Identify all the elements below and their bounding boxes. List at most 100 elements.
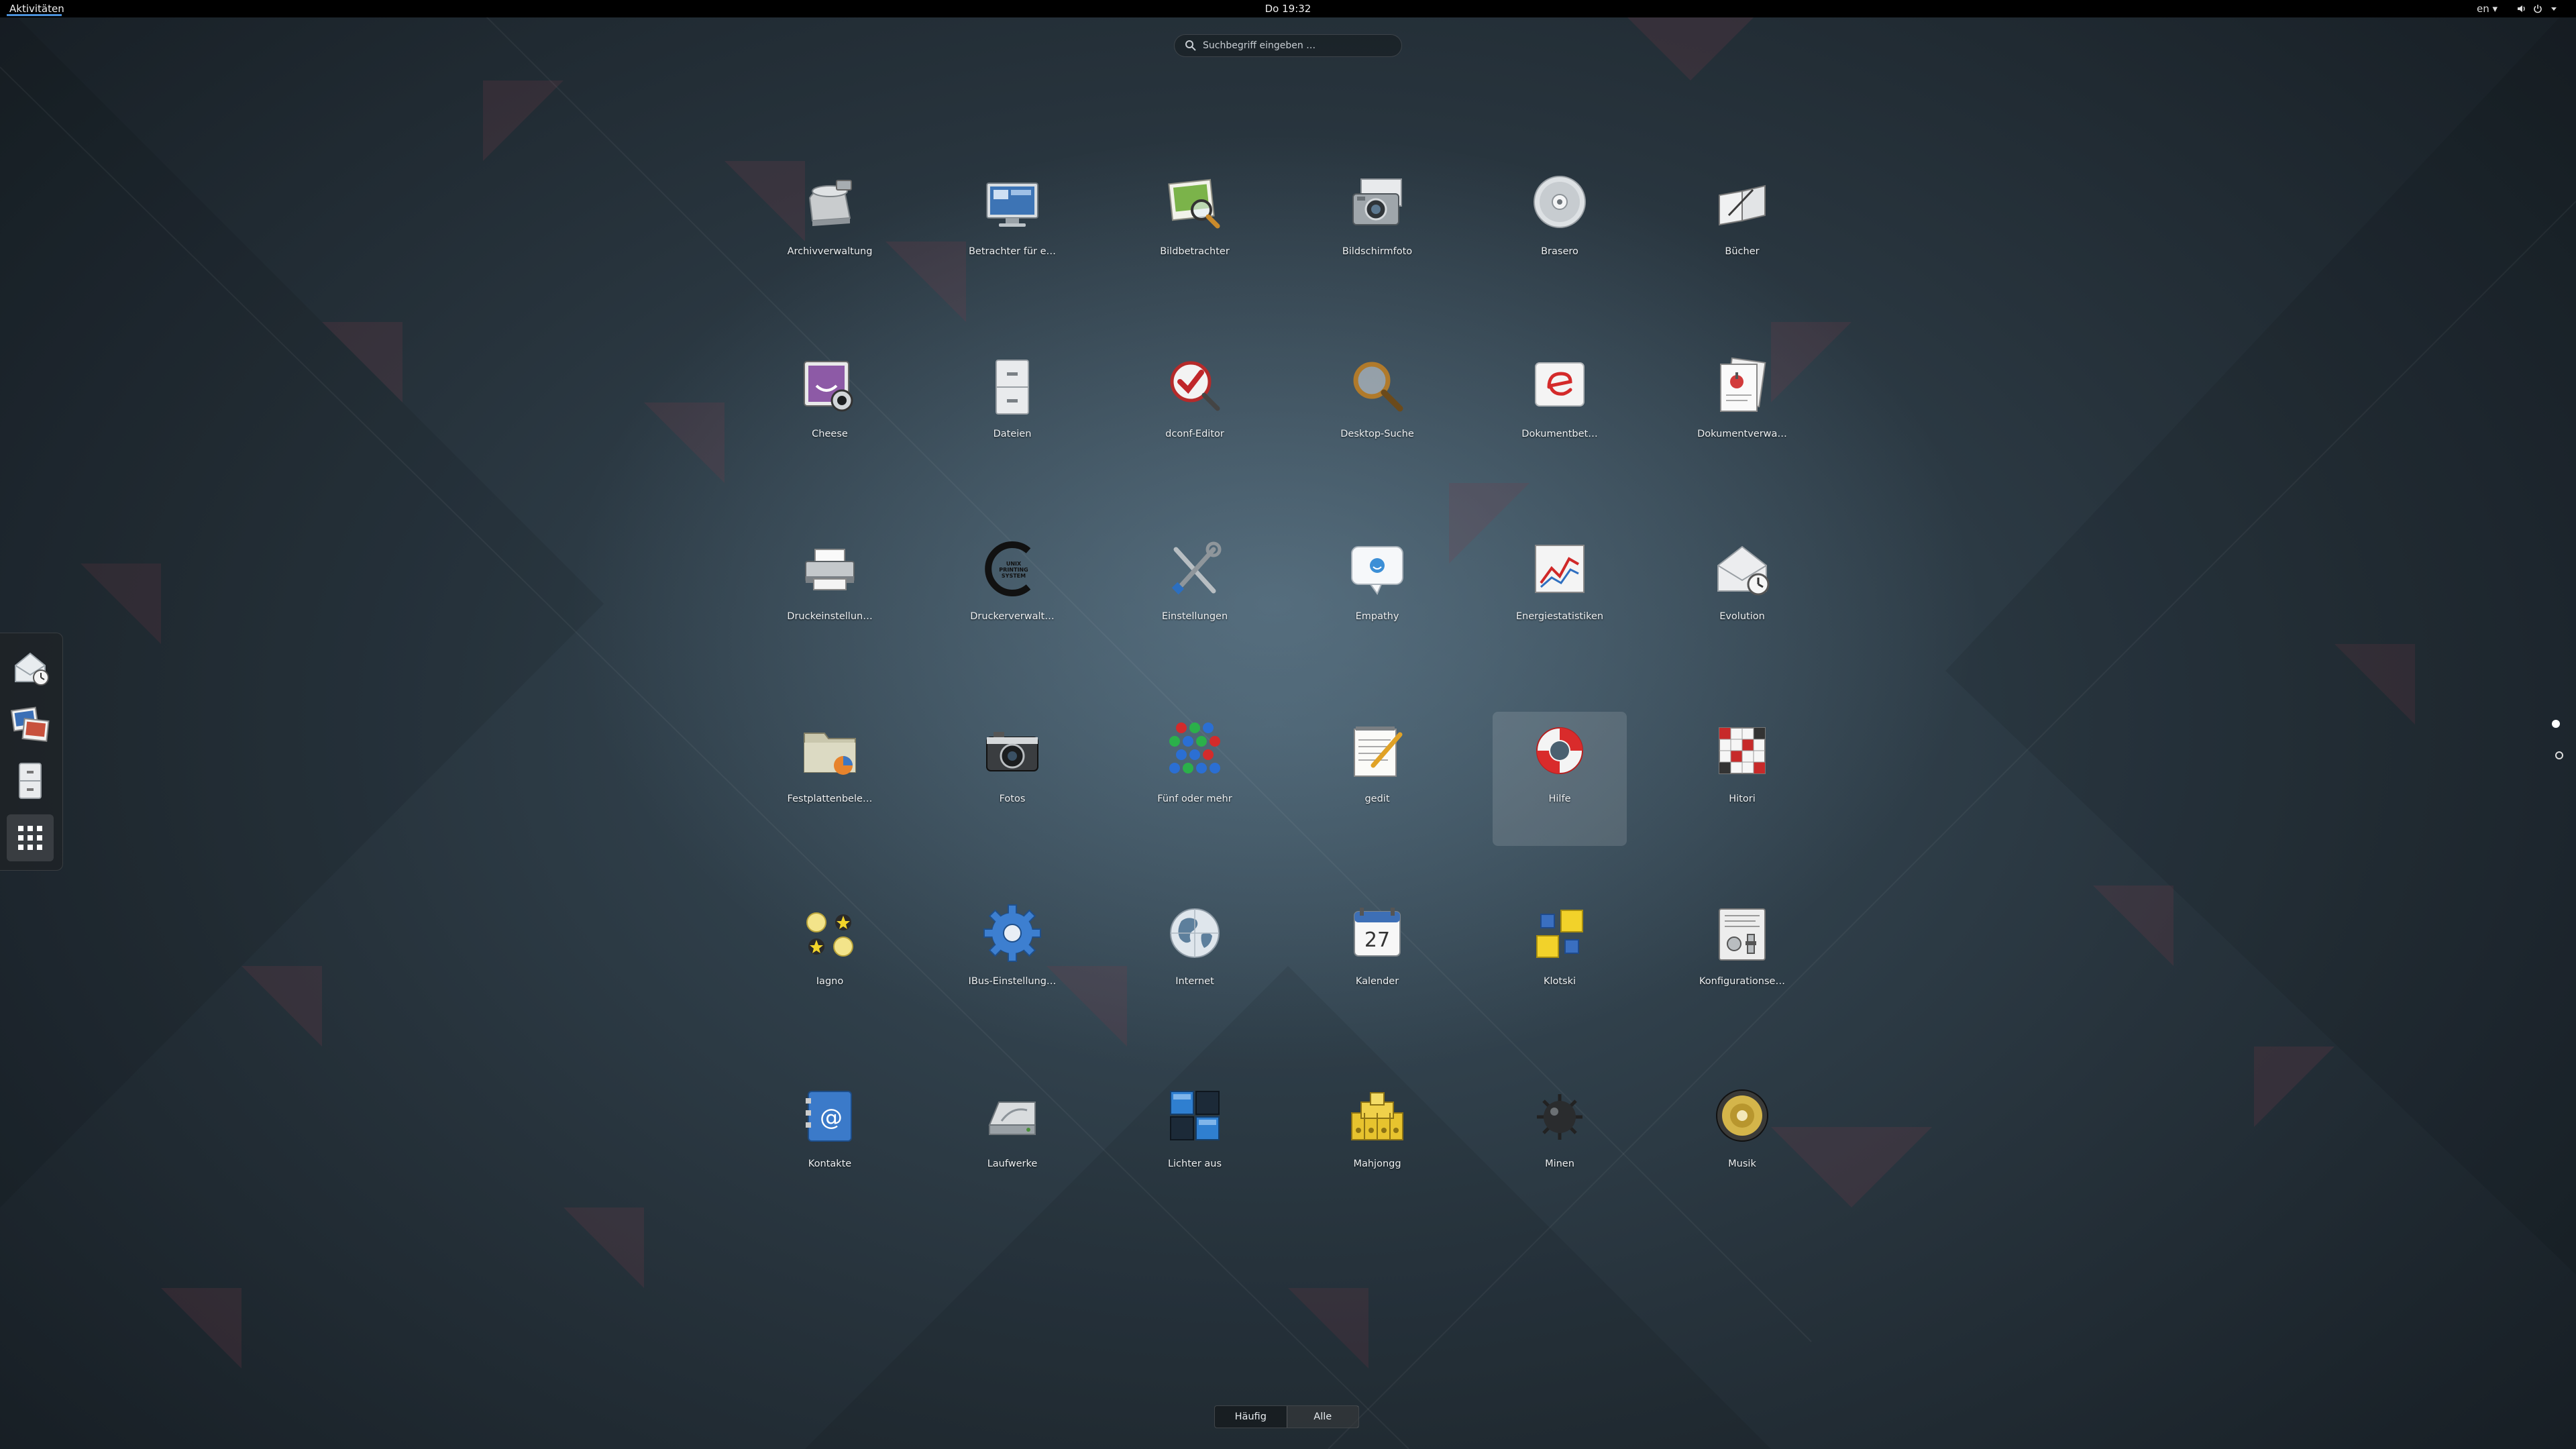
globe-icon [1170, 908, 1220, 958]
app-document-viewer[interactable]: Dokumentbet… [1493, 347, 1627, 481]
disk-usage-icon [804, 733, 856, 775]
app-klotski[interactable]: Klotski [1493, 894, 1627, 1028]
mail-clock-icon [1717, 545, 1770, 596]
app-photos[interactable]: Fotos [945, 712, 1079, 846]
app-settings[interactable]: Einstellungen [1128, 529, 1262, 663]
tab-all[interactable]: Alle [1286, 1406, 1358, 1428]
app-mahjongg[interactable]: Mahjongg [1310, 1077, 1444, 1211]
clock-label[interactable]: Do 19:32 [1265, 3, 1311, 15]
app-label: Bildbetrachter [1160, 246, 1230, 257]
app-contacts[interactable]: @ Kontakte [763, 1077, 897, 1211]
app-label: Fünf oder mehr [1157, 794, 1232, 804]
dash-item-evolution[interactable] [7, 643, 54, 690]
image-viewer-icon [1168, 178, 1220, 229]
app-label: Bildschirmfoto [1342, 246, 1413, 257]
app-evolution[interactable]: Evolution [1675, 529, 1809, 663]
app-gedit[interactable]: gedit [1310, 712, 1444, 846]
app-label: gedit [1364, 794, 1390, 804]
camera-icon [986, 732, 1038, 771]
app-label: Hitori [1729, 794, 1756, 804]
app-label: Energiestatistiken [1515, 611, 1604, 622]
app-dconf-editor[interactable]: dconf-Editor [1128, 347, 1262, 481]
app-label: Druckeinstellun… [787, 611, 873, 622]
app-books[interactable]: Bücher [1675, 164, 1809, 299]
app-label: IBus-Einstellung… [968, 976, 1057, 987]
app-calendar[interactable]: 27 Kalender [1310, 894, 1444, 1028]
keyboard-layout-menu[interactable]: en ▾ [2477, 0, 2498, 17]
dash-show-applications[interactable] [7, 814, 54, 861]
contacts-icon: @ [806, 1091, 852, 1142]
app-files[interactable]: Dateien [945, 347, 1079, 481]
app-power-statistics[interactable]: Energiestatistiken [1493, 529, 1627, 663]
app-label: Musik [1728, 1159, 1756, 1169]
app-disk-usage[interactable]: Festplattenbele… [763, 712, 897, 846]
iagno-stones-icon [806, 912, 853, 957]
app-config-editor[interactable]: Konfigurationse… [1675, 894, 1809, 1028]
app-remote-desktop-viewer[interactable]: Betrachter für e… [945, 164, 1079, 299]
lifebuoy-icon [1536, 727, 1583, 774]
app-label: Mahjongg [1353, 1159, 1401, 1169]
app-document-manager[interactable]: Dokumentverwa… [1675, 347, 1809, 481]
tab-frequent[interactable]: Häufig [1215, 1406, 1287, 1428]
app-ibus-settings[interactable]: IBus-Einstellung… [945, 894, 1079, 1028]
calendar-icon: 27 [1354, 908, 1401, 957]
app-five-or-more[interactable]: Fünf oder mehr [1128, 712, 1262, 846]
app-internet[interactable]: Internet [1128, 894, 1262, 1028]
app-hitori[interactable]: Hitori [1675, 712, 1809, 846]
dash-item-files[interactable] [7, 757, 54, 804]
five-or-more-icon [1169, 722, 1220, 773]
app-label: Klotski [1543, 976, 1576, 987]
app-label: Betrachter für e… [968, 246, 1057, 257]
app-empathy[interactable]: Empathy [1310, 529, 1444, 663]
app-desktop-search[interactable]: Desktop-Suche [1310, 347, 1444, 481]
app-label: Festplattenbele… [787, 794, 873, 804]
text-editor-icon [1354, 727, 1403, 777]
app-label: Desktop-Suche [1340, 429, 1414, 439]
app-label: dconf-Editor [1165, 429, 1224, 439]
wallpaper-pattern [0, 0, 2576, 1449]
app-label: Internet [1175, 976, 1214, 987]
app-label: Bücher [1725, 246, 1760, 257]
app-iagno[interactable]: Iagno [763, 894, 897, 1028]
search-placeholder: Suchbegriff eingeben … [1203, 40, 1316, 51]
app-lights-off[interactable]: Lichter aus [1128, 1077, 1262, 1211]
show-apps-grid-icon [18, 826, 42, 850]
app-label: Druckerverwalt… [970, 611, 1055, 622]
svg-text:@: @ [820, 1104, 843, 1131]
hitori-grid-icon [1719, 727, 1766, 774]
power-statistics-icon [1535, 545, 1585, 593]
dash [0, 633, 63, 871]
files-cabinet-icon [19, 763, 42, 799]
klotski-blocks-icon [1536, 910, 1583, 958]
document-manager-icon [1720, 357, 1766, 412]
app-cheese[interactable]: Cheese [763, 347, 897, 481]
app-label: Cheese [812, 429, 848, 439]
app-label: Kontakte [808, 1159, 852, 1169]
app-help[interactable]: Hilfe [1493, 712, 1627, 846]
cups-icon: UNIX PRINTING SYSTEM [985, 541, 1031, 596]
app-label: Evolution [1719, 611, 1765, 622]
app-printer-manager[interactable]: UNIX PRINTING SYSTEM Druckerverwalt… [945, 529, 1079, 663]
page-indicator-1[interactable] [2552, 720, 2560, 728]
app-label: Iagno [816, 976, 844, 987]
archive-manager-icon [808, 180, 852, 226]
app-music[interactable]: Musik [1675, 1077, 1809, 1211]
dash-item-shotwell[interactable] [7, 700, 54, 747]
app-screenshot[interactable]: Bildschirmfoto [1310, 164, 1444, 299]
drive-icon [988, 1102, 1036, 1135]
chevron-down-icon [2549, 4, 2559, 13]
app-disks[interactable]: Laufwerke [945, 1077, 1079, 1211]
remote-desktop-viewer-icon [986, 182, 1038, 227]
app-label: Archivverwaltung [787, 246, 873, 257]
app-print-settings[interactable]: Druckeinstellun… [763, 529, 897, 663]
page-indicator-2[interactable] [2555, 751, 2563, 759]
system-status-area[interactable] [2517, 0, 2559, 17]
search-input[interactable]: Suchbegriff eingeben … [1174, 34, 1402, 57]
app-brasero[interactable]: Brasero [1493, 164, 1627, 299]
files-cabinet-icon [996, 360, 1029, 415]
app-archive-manager[interactable]: Archivverwaltung [763, 164, 897, 299]
app-mines[interactable]: Minen [1493, 1077, 1627, 1211]
activities-indicator [7, 14, 62, 16]
magnifier-icon [1353, 362, 1403, 412]
app-image-viewer[interactable]: Bildbetrachter [1128, 164, 1262, 299]
